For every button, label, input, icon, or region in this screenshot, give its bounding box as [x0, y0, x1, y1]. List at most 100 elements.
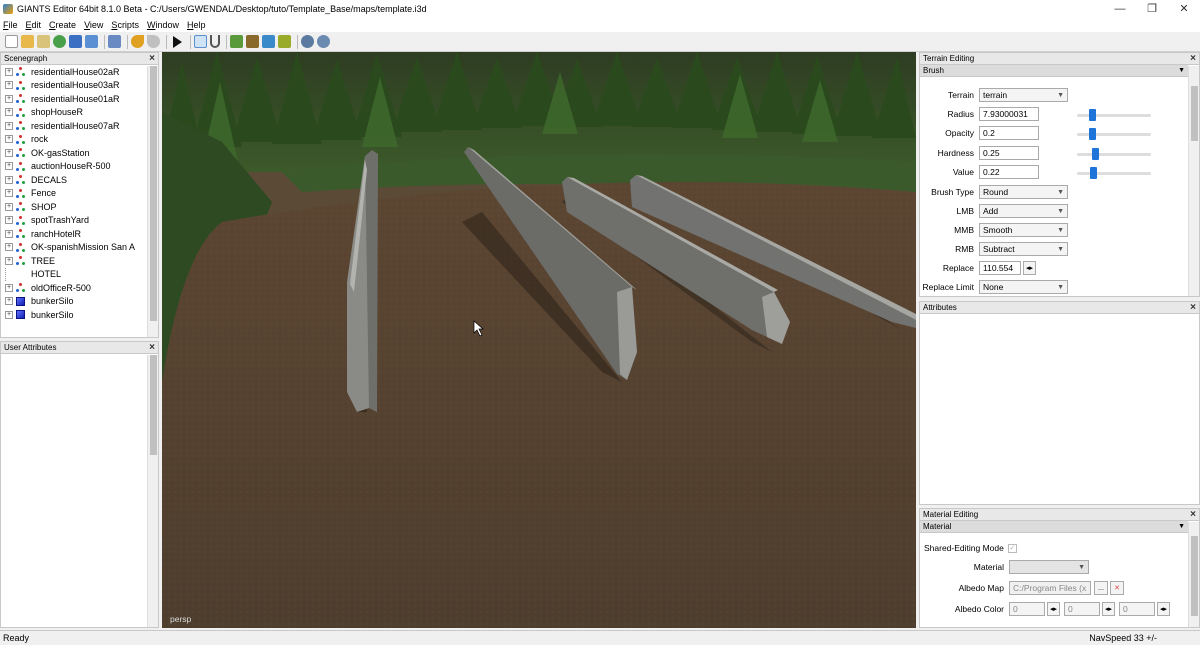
albedo-color-r-spin-icon[interactable]: ◂▸: [1047, 602, 1060, 616]
collapse-arrow-icon[interactable]: ▼: [1178, 67, 1185, 74]
scenegraph-item[interactable]: + ranchHotelR: [1, 227, 147, 241]
scenegraph-item[interactable]: + shopHouseR: [1, 106, 147, 120]
opacity-slider[interactable]: [1077, 128, 1151, 140]
menu-view[interactable]: View: [84, 20, 103, 30]
scenegraph-item[interactable]: + bunkerSilo: [1, 308, 147, 322]
menu-window[interactable]: Window: [147, 20, 179, 30]
slider-handle[interactable]: [1092, 148, 1099, 160]
radius-input[interactable]: 7.93000031: [979, 107, 1039, 121]
terrain-editing-close-icon[interactable]: ×: [1190, 53, 1196, 64]
gear-icon[interactable]: [301, 35, 314, 48]
replace-limit-select[interactable]: None ▼: [979, 280, 1068, 294]
menu-edit[interactable]: Edit: [26, 20, 42, 30]
hardness-slider[interactable]: [1077, 148, 1151, 160]
minimize-button[interactable]: —: [1104, 3, 1136, 15]
play-icon[interactable]: [173, 35, 182, 48]
material-section-header[interactable]: Material ▼: [920, 521, 1188, 533]
collapse-arrow-icon[interactable]: ▼: [1178, 523, 1185, 530]
expand-icon[interactable]: +: [5, 135, 13, 144]
menu-file[interactable]: File: [3, 20, 18, 30]
value-input[interactable]: 0.22: [979, 165, 1039, 179]
scenegraph-item[interactable]: + residentialHouse07aR: [1, 119, 147, 133]
expand-icon[interactable]: +: [5, 162, 13, 171]
material-select[interactable]: ▼: [1009, 560, 1089, 574]
mmb-select[interactable]: Smooth ▼: [979, 223, 1068, 237]
scrollbar-thumb[interactable]: [150, 355, 157, 455]
opacity-input[interactable]: 0.2: [979, 126, 1039, 140]
expand-icon[interactable]: +: [5, 243, 13, 252]
settings-globe-icon[interactable]: [317, 35, 330, 48]
material-editing-scrollbar[interactable]: [1188, 522, 1199, 627]
menu-help[interactable]: Help: [187, 20, 206, 30]
attributes-close-icon[interactable]: ×: [1190, 302, 1196, 313]
replace-spin-icon[interactable]: ◂▸: [1023, 261, 1036, 275]
scenegraph-close-icon[interactable]: ×: [149, 53, 155, 64]
scenegraph-item[interactable]: + bunkerSilo: [1, 295, 147, 309]
brush-type-select[interactable]: Round ▼: [979, 185, 1068, 199]
shared-mode-checkbox[interactable]: ✓: [1007, 543, 1017, 553]
radius-slider[interactable]: [1077, 109, 1151, 121]
placement-icon[interactable]: [278, 35, 291, 48]
scrollbar-thumb[interactable]: [1191, 86, 1198, 141]
expand-icon[interactable]: +: [5, 256, 13, 265]
albedo-color-b-spin-icon[interactable]: ◂▸: [1157, 602, 1170, 616]
expand-icon[interactable]: +: [5, 202, 13, 211]
expand-icon[interactable]: +: [5, 216, 13, 225]
slider-handle[interactable]: [1088, 128, 1096, 140]
scenegraph-item[interactable]: + OK-gasStation: [1, 146, 147, 160]
expand-icon[interactable]: +: [5, 310, 13, 319]
rmb-select[interactable]: Subtract ▼: [979, 242, 1068, 256]
lmb-select[interactable]: Add ▼: [979, 204, 1068, 218]
albedo-color-b-input[interactable]: 0: [1119, 602, 1155, 616]
menu-scripts[interactable]: Scripts: [111, 20, 139, 30]
new-file-icon[interactable]: [5, 35, 18, 48]
user-attributes-close-icon[interactable]: ×: [149, 342, 155, 353]
open-folder-icon[interactable]: [21, 35, 34, 48]
scenegraph-item[interactable]: HOTEL: [1, 267, 147, 282]
scenegraph-item[interactable]: + oldOfficeR-500: [1, 281, 147, 295]
3d-viewport[interactable]: persp: [162, 52, 916, 628]
hardness-input[interactable]: 0.25: [979, 146, 1039, 160]
terrain-paint-icon[interactable]: [230, 35, 243, 48]
bunker-silo-wall[interactable]: [347, 150, 378, 412]
scenegraph-scrollbar[interactable]: [147, 66, 158, 337]
brush-section-header[interactable]: Brush ▼: [920, 65, 1188, 77]
edit-icon[interactable]: [37, 35, 50, 48]
magnet-icon[interactable]: [210, 35, 220, 48]
scenegraph-item[interactable]: + DECALS: [1, 173, 147, 187]
scenegraph-item[interactable]: + SHOP: [1, 200, 147, 214]
expand-icon[interactable]: +: [5, 67, 13, 76]
terrain-sculpt-icon[interactable]: [246, 35, 259, 48]
export-icon[interactable]: [108, 35, 121, 48]
terrain-select[interactable]: terrain ▼: [979, 88, 1068, 102]
replace-input[interactable]: 110.554: [979, 261, 1021, 275]
expand-icon[interactable]: +: [5, 94, 13, 103]
expand-icon[interactable]: +: [5, 189, 13, 198]
close-button[interactable]: ✕: [1168, 2, 1200, 15]
scenegraph-item[interactable]: + auctionHouseR-500: [1, 160, 147, 174]
terrain-editing-scrollbar[interactable]: [1188, 66, 1199, 296]
foliage-paint-icon[interactable]: [262, 35, 275, 48]
redo-icon[interactable]: [147, 35, 160, 48]
expand-icon[interactable]: +: [5, 283, 13, 292]
menu-create[interactable]: Create: [49, 20, 76, 30]
scenegraph-item[interactable]: + residentialHouse01aR: [1, 92, 147, 106]
expand-icon[interactable]: +: [5, 81, 13, 90]
albedo-map-clear-icon[interactable]: ✕: [1110, 581, 1124, 595]
albedo-color-g-spin-icon[interactable]: ◂▸: [1102, 602, 1115, 616]
expand-icon[interactable]: +: [5, 121, 13, 130]
albedo-color-r-input[interactable]: 0: [1009, 602, 1045, 616]
albedo-map-browse-button[interactable]: ...: [1094, 581, 1108, 595]
expand-icon[interactable]: +: [5, 108, 13, 117]
scenegraph-item[interactable]: + residentialHouse03aR: [1, 79, 147, 93]
select-tool-icon[interactable]: [194, 35, 207, 48]
undo-icon[interactable]: [131, 35, 144, 48]
scenegraph-item[interactable]: + spotTrashYard: [1, 214, 147, 228]
expand-icon[interactable]: +: [5, 229, 13, 238]
scenegraph-item[interactable]: + residentialHouse02aR: [1, 65, 147, 79]
scrollbar-thumb[interactable]: [150, 66, 157, 321]
scenegraph-item[interactable]: + Fence: [1, 187, 147, 201]
user-attributes-scrollbar[interactable]: [147, 355, 158, 627]
expand-icon[interactable]: +: [5, 175, 13, 184]
albedo-color-g-input[interactable]: 0: [1064, 602, 1100, 616]
